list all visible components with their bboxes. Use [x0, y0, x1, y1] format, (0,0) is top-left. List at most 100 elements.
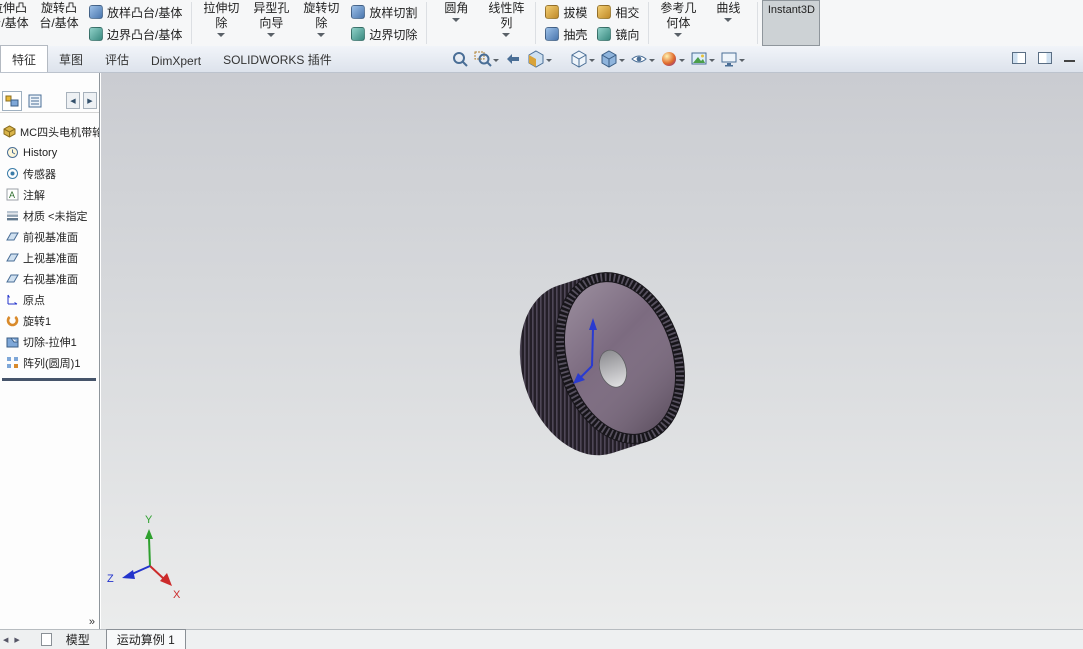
chevron-down-icon [619, 59, 625, 65]
boss-stack-group: 放样凸台/基体 边界凸台/基体 [84, 0, 187, 46]
tab-evaluate[interactable]: 评估 [94, 46, 140, 72]
boundary-boss-button[interactable]: 边界凸台/基体 [89, 24, 182, 44]
y-axis-label: Y [145, 514, 153, 526]
tab-label: 评估 [105, 53, 129, 67]
tree-item-cut-extrude1[interactable]: 切除-拉伸1 [0, 331, 99, 352]
tab-dimxpert[interactable]: DimXpert [140, 49, 212, 72]
property-manager-tab[interactable] [25, 91, 45, 111]
study-tabs-scroll-left-icon[interactable]: ◀ [0, 636, 11, 644]
cut-stack-group: 放样切割 边界切除 [346, 0, 422, 46]
hide-show-items-icon [630, 50, 648, 68]
ribbon-separator [426, 2, 427, 44]
mirror-button[interactable]: 镜向 [597, 24, 639, 44]
scroll-tabs-right-button[interactable]: ▶ [83, 92, 97, 109]
tab-label: 运动算例 1 [117, 633, 175, 647]
extruded-boss-button[interactable]: 拉伸凸 台/基体 [0, 0, 34, 46]
hole-wizard-button[interactable]: 异型孔 向导 [246, 0, 296, 46]
previous-view-button[interactable] [503, 49, 523, 69]
button-label: 曲线 [716, 1, 740, 16]
scroll-tabs-left-button[interactable]: ◀ [66, 92, 80, 109]
tab-features[interactable]: 特征 [0, 45, 48, 72]
button-label: 向导 [259, 16, 283, 31]
tab-motion-study-1[interactable]: 运动算例 1 [106, 629, 186, 649]
tab-model[interactable]: 模型 [56, 630, 100, 649]
button-label: 放样凸台/基体 [107, 4, 182, 21]
chevron-down-icon [317, 33, 325, 41]
display-style-button[interactable] [599, 49, 626, 69]
reference-geometry-button[interactable]: 参考几 何体 [653, 0, 703, 46]
split-pane-right-icon[interactable] [1038, 52, 1052, 64]
previous-view-icon [504, 50, 522, 68]
tree-item-origin[interactable]: 原点 [0, 289, 99, 310]
extruded-cut-button[interactable]: 拉伸切 除 [196, 0, 246, 46]
lofted-boss-button[interactable]: 放样凸台/基体 [89, 2, 182, 22]
button-label: Instant3D [768, 4, 815, 45]
ribbon-separator [191, 2, 192, 44]
y-axis-line [149, 538, 150, 566]
manager-tab-bar: ◀ ▶ [0, 89, 99, 113]
minimize-icon[interactable] [1064, 60, 1075, 62]
zoom-area-button[interactable] [473, 49, 500, 69]
panel-expand-chevron[interactable]: » [89, 616, 95, 628]
hide-show-items-button[interactable] [629, 49, 656, 69]
button-label: 旋转凸 [41, 1, 77, 16]
axis-arrow-up [592, 329, 593, 366]
intersect-button[interactable]: 相交 [597, 2, 639, 22]
tree-item-top-plane[interactable]: 上视基准面 [0, 247, 99, 268]
tree-item-right-plane[interactable]: 右视基准面 [0, 268, 99, 289]
button-label: 放样切割 [369, 4, 417, 21]
section-view-button[interactable] [526, 49, 553, 69]
view-orientation-button[interactable] [569, 49, 596, 69]
view-settings-button[interactable] [719, 49, 746, 69]
revolved-cut-button[interactable]: 旋转切 除 [296, 0, 346, 46]
study-tabs-scroll-right-icon[interactable]: ▶ [11, 636, 22, 644]
lofted-cut-button[interactable]: 放样切割 [351, 2, 417, 22]
revolve-feature-icon [6, 314, 19, 327]
linear-pattern-button[interactable]: 线性阵 列 [481, 0, 531, 46]
button-label: 旋转切 [303, 1, 339, 16]
zoom-area-icon [474, 50, 492, 68]
split-pane-left-icon[interactable] [1012, 52, 1026, 64]
apply-scene-button[interactable] [689, 49, 716, 69]
button-label: 线性阵 [488, 1, 524, 16]
tree-item-circular-pattern1[interactable]: 阵列(圆周)1 [0, 352, 99, 373]
curves-button[interactable]: 曲线 [703, 0, 753, 46]
tree-item-label: 上视基准面 [23, 250, 78, 266]
mirror-icon [597, 27, 611, 41]
y-axis-arrowhead [145, 529, 153, 539]
plane-icon [6, 251, 19, 264]
fillet-button[interactable]: 圆角 [431, 0, 481, 46]
tree-item-revolve1[interactable]: 旋转1 [0, 310, 99, 331]
revolved-boss-button[interactable]: 旋转凸 台/基体 [34, 0, 84, 46]
tab-sketch[interactable]: 草图 [48, 46, 94, 72]
lofted-cut-icon [351, 5, 365, 19]
boundary-cut-button[interactable]: 边界切除 [351, 24, 417, 44]
pulley-model[interactable] [471, 223, 771, 483]
view-orientation-icon [570, 50, 588, 68]
features-ribbon: 拉伸凸 台/基体 旋转凸 台/基体 放样凸台/基体 边界凸台/基体 拉伸切 除 … [0, 0, 1083, 46]
tree-item-front-plane[interactable]: 前视基准面 [0, 226, 99, 247]
chevron-down-icon [679, 59, 685, 65]
shell-button[interactable]: 抽壳 [545, 24, 587, 44]
tree-item-part-root[interactable]: MC四头电机带轮 [0, 121, 99, 142]
z-axis-line [132, 566, 150, 574]
tree-item-history[interactable]: History [0, 142, 99, 163]
feature-tree-tab[interactable] [2, 91, 22, 111]
tree-item-label: History [23, 147, 57, 159]
tree-item-material[interactable]: 材质 <未指定 [0, 205, 99, 226]
edit-appearance-button[interactable] [659, 49, 686, 69]
draft-button[interactable]: 拔模 [545, 2, 587, 22]
instant3d-toggle[interactable]: Instant3D [762, 0, 820, 46]
rollback-bar[interactable] [2, 378, 96, 381]
tree-item-annotations[interactable]: A 注解 [0, 184, 99, 205]
x-axis-line [150, 566, 164, 579]
tree-item-label: 注解 [23, 187, 45, 203]
chevron-down-icon [709, 59, 715, 65]
circular-pattern-icon [6, 356, 19, 369]
tree-item-sensors[interactable]: 传感器 [0, 163, 99, 184]
graphics-area[interactable]: Y X Z [101, 73, 1083, 629]
zoom-fit-button[interactable] [450, 49, 470, 69]
lofted-boss-icon [89, 5, 103, 19]
button-label: 列 [500, 16, 512, 31]
tab-solidworks-addins[interactable]: SOLIDWORKS 插件 [212, 46, 343, 72]
